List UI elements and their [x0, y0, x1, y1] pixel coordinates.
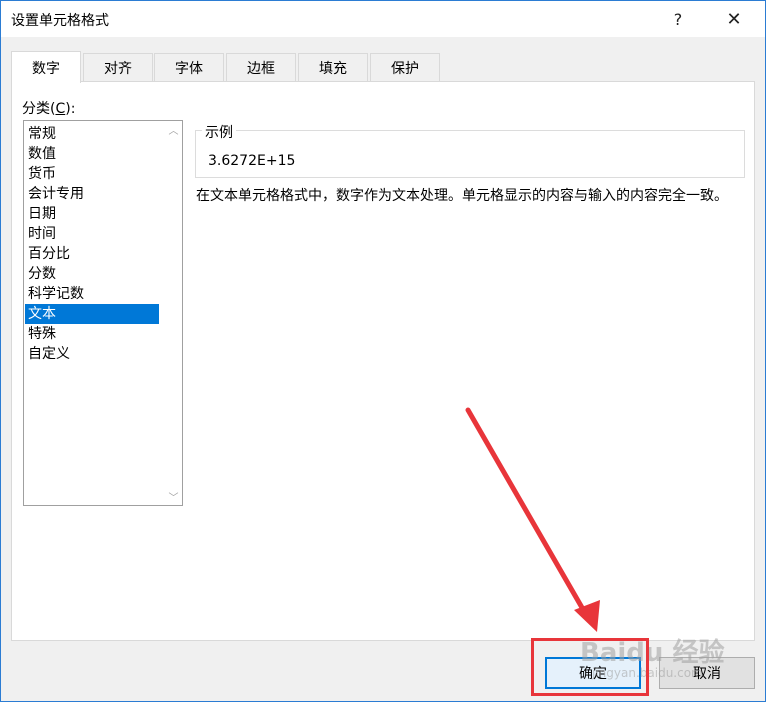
- category-item[interactable]: 分数: [25, 264, 159, 284]
- tab-border[interactable]: 边框: [226, 53, 296, 82]
- category-label-prefix: 分类(: [22, 101, 56, 117]
- category-label: 分类(C):: [22, 98, 75, 118]
- tab-label: 字体: [175, 61, 203, 77]
- tab-label: 对齐: [104, 61, 132, 77]
- tab-fill[interactable]: 填充: [298, 53, 368, 82]
- ok-button[interactable]: 确定: [545, 657, 641, 689]
- tab-strip: 数字 对齐 字体 边框 填充 保护: [11, 51, 755, 83]
- sample-legend: 示例: [202, 122, 236, 142]
- help-icon: ?: [673, 9, 683, 29]
- dialog-title: 设置单元格格式: [11, 13, 109, 29]
- cancel-button[interactable]: 取消: [659, 657, 755, 689]
- category-list[interactable]: 常规 数值 货币 会计专用 日期 时间 百分比 分数 科学记数 文本 特殊 自定义 ︿ ﹀: [23, 120, 183, 506]
- tab-alignment[interactable]: 对齐: [83, 53, 153, 82]
- cancel-button-label: 取消: [693, 666, 721, 682]
- tab-label: 数字: [32, 60, 60, 77]
- category-list-items: 常规 数值 货币 会计专用 日期 时间 百分比 分数 科学记数 文本 特殊 自定义: [25, 124, 159, 364]
- tab-label: 填充: [319, 61, 347, 77]
- tab-number[interactable]: 数字: [11, 51, 81, 83]
- format-description: 在文本单元格格式中，数字作为文本处理。单元格显示的内容与输入的内容完全一致。: [196, 188, 728, 204]
- category-scrollbar[interactable]: ︿ ﹀: [165, 121, 182, 505]
- category-item[interactable]: 时间: [25, 224, 159, 244]
- tab-label: 保护: [391, 61, 419, 77]
- close-button[interactable]: ✕: [711, 1, 757, 37]
- category-item[interactable]: 日期: [25, 204, 159, 224]
- category-item[interactable]: 自定义: [25, 344, 159, 364]
- ok-button-label: 确定: [579, 666, 607, 682]
- number-tab-panel: 分类(C): 常规 数值 货币 会计专用 日期 时间 百分比 分数 科学记数 文本 特殊 自定义 ︿ …: [11, 81, 755, 641]
- category-item[interactable]: 科学记数: [25, 284, 159, 304]
- category-item[interactable]: 货币: [25, 164, 159, 184]
- help-button[interactable]: ?: [655, 1, 701, 37]
- category-item[interactable]: 会计专用: [25, 184, 159, 204]
- category-item[interactable]: 常规: [25, 124, 159, 144]
- title-bar: 设置单元格格式 ? ✕: [1, 1, 765, 37]
- tab-label: 边框: [247, 61, 275, 77]
- scroll-down-icon[interactable]: ﹀: [165, 488, 182, 505]
- category-item[interactable]: 文本: [25, 304, 159, 324]
- sample-value: 3.6272E+15: [208, 153, 296, 169]
- format-cells-dialog: 设置单元格格式 ? ✕ 数字 对齐 字体 边框 填充 保护 分类(C): 常规数…: [0, 0, 766, 702]
- close-icon: ✕: [726, 8, 742, 30]
- scroll-up-icon[interactable]: ︿: [165, 121, 182, 138]
- category-item[interactable]: 百分比: [25, 244, 159, 264]
- category-item[interactable]: 数值: [25, 144, 159, 164]
- tab-protection[interactable]: 保护: [370, 53, 440, 82]
- category-label-suffix: ):: [65, 101, 76, 117]
- category-label-accesskey: C: [55, 101, 66, 117]
- category-item[interactable]: 特殊: [25, 324, 159, 344]
- tab-font[interactable]: 字体: [154, 53, 224, 82]
